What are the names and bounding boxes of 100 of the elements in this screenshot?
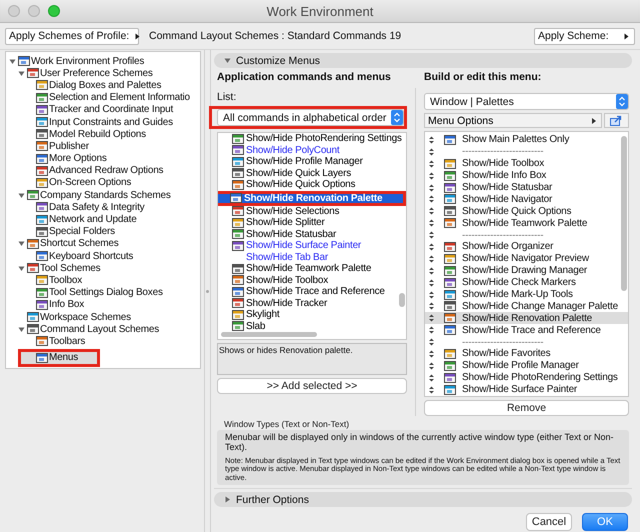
menu-item[interactable]: Show/Hide Surface Painter [425, 384, 628, 396]
drag-handle-icon[interactable] [429, 266, 434, 275]
drag-handle-icon[interactable] [429, 136, 434, 144]
command-item[interactable]: Show/Hide Quick Layers [230, 168, 406, 179]
drag-handle-icon[interactable] [429, 302, 434, 310]
tree-item[interactable]: Command Layout Schemes [6, 323, 200, 336]
section-header[interactable]: Customize Menus [214, 53, 632, 68]
menu-item[interactable]: Show/Hide Renovation Palette [425, 312, 628, 324]
drag-handle-icon[interactable] [429, 184, 434, 192]
menu-item[interactable]: Show/Hide Trace and Reference [425, 324, 628, 336]
list-dropdown[interactable]: All commands in alphabetical order [217, 109, 404, 126]
zoom-button[interactable] [48, 5, 60, 17]
drag-handle-icon[interactable] [429, 314, 434, 322]
menu-item[interactable]: Show/Hide Profile Manager [425, 360, 628, 372]
drag-handle-icon[interactable] [429, 326, 434, 334]
menu-item[interactable]: Show/Hide Favorites [425, 348, 628, 360]
drag-handle-icon[interactable] [429, 362, 434, 370]
command-item[interactable]: Skylight [230, 309, 406, 320]
disclosure-icon[interactable] [18, 240, 25, 248]
menu-item[interactable]: Show/Hide Organizer [425, 241, 628, 253]
add-selected-button[interactable]: >> Add selected >> [217, 378, 407, 394]
tree-item[interactable]: Tool Settings Dialog Boxes [6, 286, 200, 299]
command-item[interactable]: Show/Hide Renovation Palette [218, 190, 406, 206]
drag-handle-icon[interactable] [429, 219, 434, 228]
apply-profile-button[interactable]: Apply Schemes of Profile: [5, 28, 139, 44]
scrollbar-thumb[interactable] [221, 332, 317, 337]
command-item[interactable]: Show/Hide Statusbar [230, 228, 406, 240]
tree-item[interactable]: Input Constraints and Guides [6, 116, 200, 128]
menu-separator[interactable]: -------------------------- [425, 229, 628, 242]
command-item[interactable]: Show/Hide PolyCount [230, 144, 406, 156]
tree-item[interactable]: Dialog Boxes and Palettes [6, 79, 200, 92]
command-item[interactable]: Show/Hide Selections [230, 206, 406, 217]
drag-handle-icon[interactable] [429, 242, 434, 251]
command-item[interactable]: Show/Hide Tab Bar [230, 252, 406, 263]
menu-item[interactable]: Show/Hide Quick Options [425, 205, 628, 218]
scrollbar-thumb[interactable] [621, 136, 627, 291]
export-button[interactable] [604, 113, 629, 128]
tree-item[interactable]: Tool Schemes [6, 262, 200, 274]
tree-item[interactable]: Toolbox [6, 274, 200, 287]
menu-item[interactable]: Show/Hide Toolbox [425, 158, 628, 170]
section-header[interactable]: Further Options [214, 492, 632, 508]
menu-item[interactable]: Show/Hide Mark-Up Tools [425, 288, 628, 300]
drag-handle-icon[interactable] [429, 290, 434, 299]
menu-separator[interactable]: -------------------------- [425, 336, 628, 348]
tree-item[interactable]: Info Box [6, 298, 200, 311]
disclosure-icon[interactable] [9, 58, 16, 65]
disclosure-icon[interactable] [18, 264, 25, 272]
drag-handle-icon[interactable] [429, 148, 434, 156]
tree-item[interactable]: Publisher [6, 140, 200, 152]
command-item[interactable]: Show/Hide Trace and Reference [230, 286, 406, 298]
dialog-button[interactable]: Cancel [526, 513, 572, 531]
tree-item[interactable]: Toolbars [6, 335, 200, 348]
tree-item[interactable]: User Preference Schemes [6, 67, 200, 80]
tree-item[interactable]: Keyboard Shortcuts [6, 250, 200, 262]
tree-item[interactable]: Tracker and Coordinate Input [6, 104, 200, 116]
menu-item[interactable]: Show/Hide Drawing Manager [425, 264, 628, 277]
drag-handle-icon[interactable] [429, 195, 434, 204]
tree-item[interactable]: Company Standards Schemes [6, 189, 200, 202]
disclosure-icon[interactable] [18, 192, 25, 199]
drag-handle-icon[interactable] [429, 172, 434, 180]
tree-item[interactable]: Data Safety & Integrity [6, 201, 200, 214]
drag-handle-icon[interactable] [429, 207, 434, 216]
command-item[interactable]: Show/Hide Splitter [230, 217, 406, 228]
disclosure-icon[interactable] [224, 496, 231, 504]
menu-item[interactable]: Show/Hide Navigator [425, 193, 628, 206]
disclosure-icon[interactable] [224, 57, 231, 64]
disclosure-icon[interactable] [18, 326, 25, 333]
menu-dropdown[interactable]: Window | Palettes [424, 93, 629, 110]
drag-handle-icon[interactable] [429, 350, 434, 358]
command-item[interactable]: Show/Hide Surface Painter [230, 240, 406, 252]
drag-handle-icon[interactable] [429, 278, 434, 287]
command-item[interactable]: Show/Hide Quick Options [230, 179, 406, 190]
tree-item[interactable]: On-Screen Options [6, 176, 200, 190]
tree-item[interactable]: Advanced Redraw Options [6, 164, 200, 177]
tree-item[interactable]: Menus [21, 352, 97, 364]
tree-item[interactable]: Work Environment Profiles [6, 55, 200, 68]
menu-options-button[interactable]: Menu Options [424, 113, 602, 128]
command-item[interactable]: Slab [230, 320, 406, 332]
tree-item[interactable]: Network and Update [6, 213, 200, 226]
command-item[interactable]: Show/Hide Profile Manager [230, 156, 406, 168]
menu-item[interactable]: Show/Hide Statusbar [425, 182, 628, 194]
menu-item[interactable]: Show Main Palettes Only [425, 134, 628, 146]
drag-handle-icon[interactable] [429, 338, 434, 346]
menu-separator[interactable]: -------------------------- [425, 146, 628, 158]
menu-item[interactable]: Show/Hide Check Markers [425, 276, 628, 289]
drag-handle-icon[interactable] [429, 386, 434, 394]
drag-handle-icon[interactable] [429, 374, 434, 382]
remove-button[interactable]: Remove [424, 400, 629, 416]
tree-item[interactable]: Special Folders [6, 226, 200, 238]
splitter-grip[interactable] [206, 290, 209, 292]
menu-item[interactable]: Show/Hide Navigator Preview [425, 252, 628, 265]
menu-item[interactable]: Show/Hide PhotoRendering Settings [425, 372, 628, 384]
scrollbar-thumb[interactable] [399, 293, 405, 307]
command-item[interactable]: Show/Hide Teamwork Palette [230, 263, 406, 274]
command-item[interactable]: Show/Hide Tracker [230, 298, 406, 309]
drag-handle-icon[interactable] [429, 160, 434, 168]
menu-item[interactable]: Show/Hide Change Manager Palette [425, 300, 628, 312]
tree-item[interactable]: Workspace Schemes [6, 310, 200, 324]
disclosure-icon[interactable] [18, 70, 25, 77]
tree-item[interactable]: Shortcut Schemes [6, 238, 200, 250]
